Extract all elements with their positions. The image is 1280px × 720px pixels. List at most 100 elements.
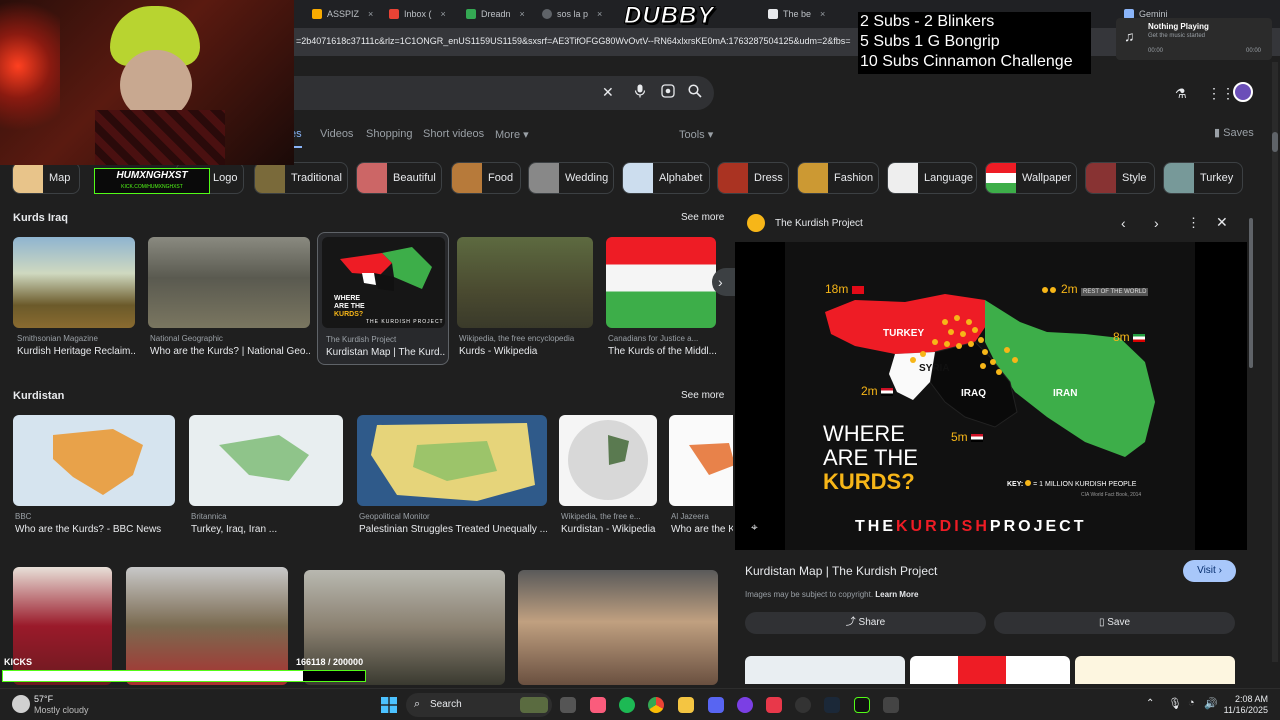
microphone-icon[interactable]: [634, 84, 646, 101]
iraq-flag-icon: [971, 433, 984, 442]
page-scrollbar-thumb[interactable]: [1272, 132, 1278, 152]
taskbar-search[interactable]: ⌕ Search: [406, 693, 552, 717]
search-icon[interactable]: [688, 84, 702, 101]
saves-button[interactable]: ▮ Saves: [1214, 126, 1254, 139]
file-explorer-icon[interactable]: [678, 697, 694, 713]
volume-icon[interactable]: 🔊: [1204, 697, 1218, 710]
image-result[interactable]: Wikipedia, the free encyclopedia Kurds -…: [457, 237, 593, 362]
image-result[interactable]: Canadians for Justice a... The Kurds of …: [606, 237, 716, 362]
related-image-thumbnail[interactable]: [910, 656, 1070, 684]
obs-icon[interactable]: [737, 697, 753, 713]
chip-turkey[interactable]: Turkey: [1163, 162, 1243, 194]
brand-kurdish: KURDISH: [896, 518, 990, 535]
close-icon[interactable]: ×: [520, 9, 525, 19]
chip-label: Language: [924, 172, 973, 184]
spotify-icon[interactable]: [619, 697, 635, 713]
chip-label: Dress: [754, 172, 783, 184]
tab-dreadn[interactable]: Dreadn ×: [460, 3, 532, 25]
image-result[interactable]: Geopolitical Monitor Palestinian Struggl…: [357, 415, 547, 537]
carousel-next-icon[interactable]: ›: [712, 268, 736, 296]
close-icon[interactable]: ×: [820, 9, 825, 19]
share-button[interactable]: ⤴ Share: [745, 612, 986, 634]
tab-asspiz[interactable]: ASSPIZ ×: [306, 3, 378, 25]
steam-icon[interactable]: [824, 697, 840, 713]
preview-image[interactable]: TURKEY SYRIA IRAQ IRAN 18m 2m REST OF TH…: [735, 242, 1247, 550]
avatar[interactable]: [1233, 82, 1253, 102]
brand-project: PROJECT: [989, 518, 1087, 535]
search-input[interactable]: ✕: [290, 76, 714, 110]
panel-title[interactable]: Kurdistan Map | The Kurdish Project: [745, 564, 937, 578]
lens-search-icon[interactable]: ⌖: [751, 520, 758, 535]
chip-dress[interactable]: Dress: [717, 162, 789, 194]
filter-shopping[interactable]: Shopping: [366, 128, 413, 140]
now-playing-title: Nothing Playing: [1148, 22, 1209, 31]
filter-more-label: More: [495, 129, 521, 141]
image-result[interactable]: Al Jazeera Who are the K: [669, 415, 733, 537]
chip-style[interactable]: Style: [1085, 162, 1155, 194]
close-icon[interactable]: ×: [597, 9, 602, 19]
chip-alphabet[interactable]: Alphabet: [622, 162, 710, 194]
image-result[interactable]: Smithsonian Magazine Kurdish Heritage Re…: [13, 237, 135, 362]
tray-chevron-icon[interactable]: ⌃: [1146, 698, 1154, 709]
weather-icon[interactable]: [12, 695, 30, 713]
microphone-icon[interactable]: 🎙: [1168, 697, 1182, 710]
related-image-thumbnail[interactable]: [745, 656, 905, 684]
map-label-iran: IRAN: [1053, 388, 1078, 399]
chip-fashion[interactable]: Fashion: [797, 162, 879, 194]
chip-traditional[interactable]: Traditional: [254, 162, 348, 194]
page-scrollbar-track[interactable]: [1272, 62, 1278, 662]
image-result-thumbnail[interactable]: [304, 570, 505, 685]
image-result-thumbnail[interactable]: [126, 567, 288, 685]
section-title-kurds-iraq: Kurds Iraq: [13, 212, 69, 224]
panel-scrollbar[interactable]: [1249, 218, 1253, 368]
filter-tools[interactable]: Tools ▾: [679, 128, 713, 141]
app-icon[interactable]: [883, 697, 899, 713]
itunes-icon[interactable]: [590, 697, 606, 713]
app-icon[interactable]: [795, 697, 811, 713]
image-result[interactable]: Britannica Turkey, Iraq, Iran ...: [189, 415, 343, 537]
learn-more-link[interactable]: Learn More: [875, 590, 918, 599]
next-icon[interactable]: ›: [1154, 215, 1159, 231]
close-panel-icon[interactable]: ✕: [1216, 214, 1228, 231]
chip-map[interactable]: Map: [12, 162, 80, 194]
image-result-selected[interactable]: WHERE ARE THE KURDS? THE KURDISH PROJECT T…: [317, 232, 449, 365]
image-result-thumbnail[interactable]: [518, 570, 718, 685]
tab-the-be[interactable]: The be ×: [762, 3, 832, 25]
chip-language[interactable]: Language: [887, 162, 977, 194]
more-options-icon[interactable]: ⋮: [1187, 215, 1200, 231]
filter-videos[interactable]: Videos: [320, 128, 353, 140]
chip-beautiful[interactable]: Beautiful: [356, 162, 442, 194]
see-more-link[interactable]: See more: [681, 212, 724, 223]
kick-app-icon[interactable]: [854, 697, 870, 713]
image-result[interactable]: National Geographic Who are the Kurds? |…: [148, 237, 310, 362]
clear-icon[interactable]: ✕: [602, 84, 614, 101]
chip-food[interactable]: Food: [451, 162, 521, 194]
filter-more[interactable]: More ▾: [495, 128, 529, 141]
windows-start-icon[interactable]: [381, 697, 397, 713]
image-result[interactable]: BBC Who are the Kurds? - BBC News: [13, 415, 175, 537]
clock-date[interactable]: 11/16/2025: [1222, 705, 1268, 715]
prev-icon[interactable]: ‹: [1121, 215, 1126, 231]
filter-short-videos[interactable]: Short videos: [423, 128, 484, 140]
panel-source[interactable]: The Kurdish Project: [775, 218, 863, 229]
discord-icon[interactable]: [708, 697, 724, 713]
clock-time[interactable]: 2:08 AM: [1222, 694, 1268, 704]
tab-sos[interactable]: sos la p ×: [536, 3, 608, 25]
close-icon[interactable]: ×: [368, 9, 373, 19]
lens-icon[interactable]: [661, 84, 675, 101]
labs-icon[interactable]: ⚗: [1175, 86, 1187, 102]
chrome-icon[interactable]: [648, 697, 664, 713]
visit-button[interactable]: Visit ›: [1183, 560, 1236, 582]
tab-inbox[interactable]: Inbox ( ×: [383, 3, 457, 25]
app-icon[interactable]: [766, 697, 782, 713]
close-icon[interactable]: ×: [441, 9, 446, 19]
save-button[interactable]: ▯ Save: [994, 612, 1235, 634]
image-result[interactable]: Wikipedia, the free e... Kurdistan - Wik…: [559, 415, 657, 537]
chip-wallpaper[interactable]: Wallpaper: [985, 162, 1077, 194]
apps-grid-icon[interactable]: ⋮⋮: [1207, 85, 1235, 102]
wifi-icon[interactable]: ◔: [1188, 697, 1195, 709]
task-view-icon[interactable]: [560, 697, 576, 713]
related-image-thumbnail[interactable]: [1075, 656, 1235, 684]
chip-wedding[interactable]: Wedding: [528, 162, 614, 194]
see-more-link[interactable]: See more: [681, 390, 724, 401]
